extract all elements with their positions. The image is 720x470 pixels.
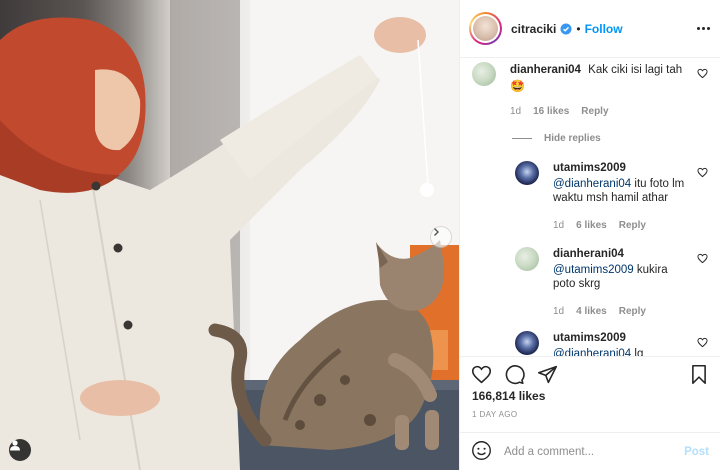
reply-body: utamims2009 @dianherani04 itu foto lm wa… [553,161,693,233]
bookmark-icon[interactable] [689,364,709,385]
comment-input[interactable]: Add a comment... [504,446,684,458]
next-photo-button[interactable] [430,226,452,248]
post-comment-button[interactable]: Post [684,446,709,458]
post-side-panel: citraciki • Follow dianherani04 Kak ciki… [459,0,720,470]
reply-item: utamims2009 @dianherani04 itu foto lm wa… [515,161,708,233]
comment-body: dianherani04 Kak ciki isi lagi tah 🤩 1d … [510,62,685,119]
comments-list[interactable]: dianherani04 Kak ciki isi lagi tah 🤩 1d … [460,58,720,356]
reply-meta: 1d 6 likes Reply [553,219,693,233]
reply-mention[interactable]: @utamims2009 [553,264,634,276]
reply-username[interactable]: dianherani04 [553,248,624,260]
heart-icon[interactable] [697,68,708,82]
reply-button[interactable]: Reply [619,219,646,233]
hide-replies-button[interactable]: Hide replies [512,133,708,144]
reply-button[interactable]: Reply [581,105,608,119]
separator-dot: • [576,21,581,36]
follow-button[interactable]: Follow [585,22,623,36]
more-options-icon[interactable] [697,27,710,30]
reply-age[interactable]: 1d [553,219,564,233]
reply-likes[interactable]: 4 likes [576,305,607,319]
comment-meta: 1d 16 likes Reply [510,105,685,119]
comment-item: dianherani04 Kak ciki isi lagi tah 🤩 1d … [472,62,708,119]
reply-mention[interactable]: @dianherani04 [553,348,631,356]
photo-illustration [0,0,459,470]
likes-count[interactable]: 166,814 likes [472,389,545,403]
tagged-users-button[interactable] [9,439,31,461]
comment-emoji: 🤩 [510,79,525,93]
reply-body: utamims2009 @dianherani04 lg [553,331,693,356]
heart-icon[interactable] [697,253,708,267]
reply-body: dianherani04 @utamims2009 kukira poto sk… [553,247,693,319]
post-timestamp[interactable]: 1 DAY AGO [472,410,518,419]
reply-item: utamims2009 @dianherani04 lg [515,331,708,356]
reply-likes[interactable]: 6 likes [576,219,607,233]
reply-button[interactable]: Reply [619,305,646,319]
reply-username[interactable]: utamims2009 [553,332,626,344]
comment-age[interactable]: 1d [510,105,521,119]
reply-age[interactable]: 1d [553,305,564,319]
verified-badge-icon [560,23,572,35]
post-photo[interactable] [0,0,459,470]
add-comment-bar: Add a comment... Post [460,432,720,470]
hide-replies-label: Hide replies [544,133,601,144]
reply-username[interactable]: utamims2009 [553,162,626,174]
paper-plane-icon[interactable] [537,364,558,385]
smiley-icon[interactable] [471,440,492,464]
comment-likes[interactable]: 16 likes [533,105,569,119]
reply-mention[interactable]: @dianherani04 [553,178,631,190]
reply-meta: 1d 4 likes Reply [553,305,693,319]
comment-text: Kak ciki isi lagi tah [588,64,683,76]
post-username[interactable]: citraciki [511,22,556,36]
avatar[interactable] [515,161,539,185]
avatar[interactable] [515,331,539,355]
reply-text: lg [631,348,644,356]
post-header: citraciki • Follow [460,0,720,58]
heart-icon[interactable] [697,337,708,351]
comment-username[interactable]: dianherani04 [510,64,581,76]
post-actions [460,356,720,392]
avatar[interactable] [515,247,539,271]
avatar[interactable] [472,62,496,86]
reply-item: dianherani04 @utamims2009 kukira poto sk… [515,247,708,319]
heart-icon[interactable] [697,167,708,181]
comment-bubble-icon[interactable] [504,364,525,385]
avatar[interactable] [469,12,502,45]
heart-icon[interactable] [471,364,492,385]
